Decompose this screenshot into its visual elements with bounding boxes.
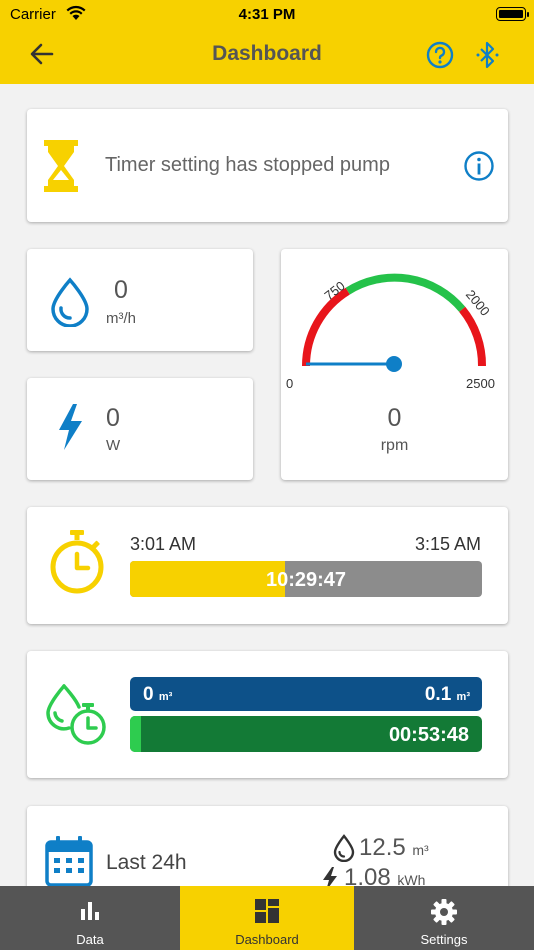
flow-rate-card: 0 m³/h [27,249,253,351]
tab-label: Dashboard [235,932,299,947]
gauge-zone-optimal [345,273,466,312]
tab-dashboard[interactable]: Dashboard [180,886,354,950]
gauge-zone-low [302,287,350,367]
power-card: 0 W [27,378,253,480]
timer-start-time: 3:01 AM [130,534,197,554]
elapsed-time: 00:53:48 [388,724,469,746]
drop-timer-icon [46,684,106,745]
pump-status-card: Timer setting has stopped pump [27,109,508,222]
lightning-bolt-icon [59,404,82,450]
battery-icon [496,7,529,21]
gauge-min-label: 0 [286,376,293,391]
flow-unit: m³/h [106,310,136,327]
summary-period: Last 24h [106,851,187,874]
tab-label: Settings [420,932,468,947]
volume-current: 0 m³ [143,684,173,705]
gauge-mark-low: 750 [321,278,347,303]
gauge-max-label: 2500 [466,376,495,391]
volume-bar: 0 m³ 0.1 m³ [130,677,482,711]
rpm-value: 0 [387,404,402,432]
volume-target: 0.1 m³ [424,684,470,705]
gauge-pivot [386,356,402,372]
water-drop-icon [51,277,89,327]
timer-progress-bar: 10:29:47 [130,561,482,597]
tab-label: Data [76,932,104,947]
elapsed-time-bar: 00:53:48 [130,716,482,752]
power-unit: W [106,437,121,454]
summary-volume: 12.5 m³ [359,834,429,861]
bar-chart-icon [81,902,99,920]
timer-card: 3:01 AM 3:15 AM 10:29:47 [27,507,508,624]
tab-settings[interactable]: Settings [354,886,534,950]
volume-timer-card: 0 m³ 0.1 m³ 00:53:48 [27,651,508,778]
calendar-icon [45,836,93,887]
help-icon[interactable] [426,41,454,69]
tab-data[interactable]: Data [0,886,180,950]
dashboard-grid-icon [255,899,279,923]
stopwatch-icon [50,530,104,594]
water-drop-icon [333,834,355,862]
timer-end-time: 3:15 AM [414,534,481,554]
power-value: 0 [106,404,120,432]
timer-remaining: 10:29:47 [265,569,347,591]
rpm-unit: rpm [380,437,409,454]
clock: 4:31 PM [238,6,296,23]
flow-value: 0 [114,276,128,304]
gauge-zone-high [459,306,487,367]
navigation-bar: Dashboard [0,34,534,74]
speed-gauge-card: 750 2000 0 2500 0 rpm [281,249,508,480]
rpm-gauge: 750 2000 0 2500 [286,273,495,391]
gear-icon [431,899,457,925]
status-bar: Carrier 4:31 PM [0,0,534,30]
elapsed-progress-fill [130,716,141,752]
hourglass-icon [44,140,78,192]
info-icon[interactable] [463,150,495,182]
tab-bar: Data Dashboard Settings [0,886,534,950]
app-header: Carrier 4:31 PM Dashboard [0,0,534,84]
status-message: Timer setting has stopped pump [105,154,390,176]
bluetooth-icon[interactable] [474,40,502,70]
